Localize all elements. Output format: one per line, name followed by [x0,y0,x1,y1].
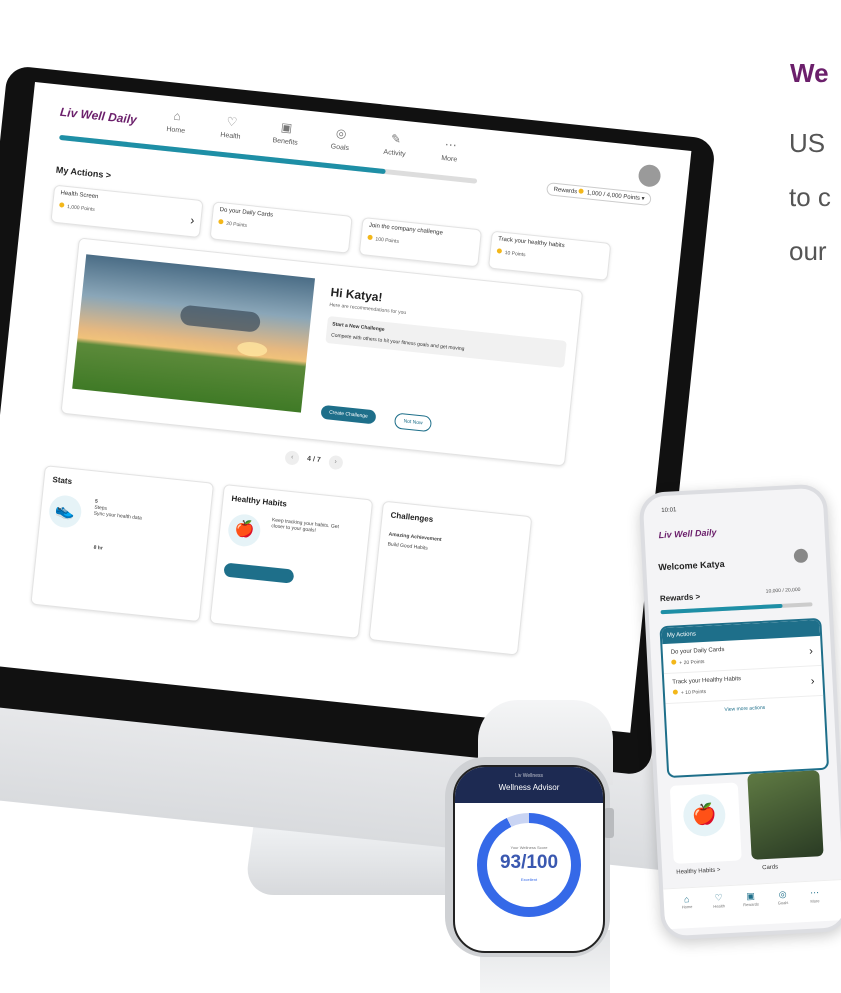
tab-goals[interactable]: ◎ Goals [767,888,798,906]
tile-label-cards: Cards [762,864,779,872]
create-challenge-button[interactable]: Create Challenge [320,404,377,425]
my-actions-title[interactable]: My Actions > [55,165,111,181]
challenges-card[interactable]: Challenges Amazing Achievement Build Goo… [368,500,533,656]
hero-card: Hi Katya! Here are recommendations for y… [60,237,584,467]
action-card[interactable]: Track your healthy habits 10 Points [488,230,612,281]
score-status: Excellent [520,877,538,882]
action-card[interactable]: Join the company challenge 100 Points [358,216,483,268]
watch-screen: Liv Wellness Wellness Advisor Your Welln… [453,765,605,953]
stats-card[interactable]: Stats 👟 5 Steps Sync your health data 8 … [30,465,215,623]
nav-more[interactable]: ⋯ More [424,135,476,165]
tab-rewards[interactable]: ▣ Rewards [735,890,766,908]
tab-more[interactable]: ⋯ More [799,887,830,905]
nav-benefits[interactable]: ▣ Benefits [260,118,312,148]
carousel-pager: ‹ 4 / 7 › [276,449,351,471]
hero-text: Hi Katya! Here are recommendations for y… [325,285,570,368]
phone-time: 10:01 [661,507,677,515]
phone-logo: Liv Well Daily [658,527,717,541]
watch-title: Wellness Advisor [498,783,560,792]
more-icon: ⋯ [444,137,458,153]
phone-device: 10:01 Liv Well Daily Welcome Katya Rewar… [638,483,841,941]
wellness-score: 93/100 [499,852,559,873]
goal-icon: ◎ [335,125,348,141]
gift-icon: ▣ [280,119,293,136]
score-label: Your Wellness Score [510,845,548,850]
coin-icon [672,689,678,695]
heart-icon: ♡ [714,892,723,903]
app-logo[interactable]: Liv Well Daily [59,105,137,127]
phone-actions-card: My Actions Do your Daily Cards + 20 Point… [659,617,830,779]
phone-points: 10,000 / 20,000 [765,586,801,595]
home-icon: ⌂ [172,108,182,124]
watch-crown[interactable] [604,808,614,838]
heart-icon: ♡ [225,114,238,130]
activity-icon: ✎ [390,131,402,147]
coin-icon [59,202,65,208]
coin-icon [367,234,373,241]
next-icon[interactable]: › [327,454,344,471]
phone-rewards-link[interactable]: Rewards > [660,592,701,603]
cards-tile-photo[interactable] [747,770,824,860]
ring-inner: Your Wellness Score 93/100 Excellent [487,823,571,907]
nav-home[interactable]: ⌂ Home [150,106,202,136]
tab-home[interactable]: ⌂ Home [671,893,702,910]
coin-icon [578,188,585,194]
side-heading: We [790,58,829,88]
sun-shape [236,340,268,358]
challenges-title: Challenges [390,510,434,524]
action-card[interactable]: Health Screen 1,000 Points › [50,184,204,239]
chevron-right-icon: › [189,213,196,228]
phone-tab-bar: ⌂ Home ♡ Health ▣ Rewards ◎ Goals ⋯ More [663,879,841,930]
monitor-screen: Liv Well Daily ⌂ Home ♡ Health ▣ Benefits ◎… [0,82,692,733]
tile-label-habits: Healthy Habits > [676,867,721,876]
side-text-line-1: US [789,128,826,158]
coin-icon [671,659,677,665]
nav-activity[interactable]: ✎ Activity [369,129,421,159]
chevron-right-icon: › [808,645,814,658]
nav-health[interactable]: ♡ Health [205,112,257,142]
chevron-right-icon: › [810,675,815,688]
action-card[interactable]: Do your Daily Cards 20 Points [209,201,353,254]
coin-icon [496,248,503,254]
not-now-button[interactable]: Not Now [393,412,433,433]
habits-title: Healthy Habits [231,493,288,509]
nav-goals[interactable]: ◎ Goals [315,124,367,154]
coin-icon [218,218,224,225]
watch-app-name: Liv Wellness [515,773,543,779]
avatar[interactable] [637,163,662,188]
phone-avatar[interactable] [793,548,809,564]
cloud-shape [179,304,262,333]
side-text-line-3: our [789,236,827,266]
habits-button[interactable] [223,562,295,584]
tab-health[interactable]: ♡ Health [703,892,734,910]
phone-progress-bar [660,602,813,615]
phone-welcome: Welcome Katya [658,558,725,573]
side-text-line-2: to c [789,182,831,212]
gift-icon: ▣ [746,890,756,902]
goal-icon: ◎ [778,889,787,900]
watch-header: Liv Wellness Wellness Advisor [455,767,603,803]
rewards-dropdown[interactable]: Rewards 1,000 / 4,000 Points ▾ [545,182,653,207]
sneaker-icon: 👟 [47,493,83,530]
prev-icon[interactable]: ‹ [284,450,300,466]
apple-icon: 🍎 [226,512,262,548]
more-icon: ⋯ [809,887,820,898]
healthy-habits-card[interactable]: Healthy Habits 🍎 Keep tracking your habi… [209,483,374,639]
phone-progress-fill [660,603,783,615]
landscape-image [72,254,316,413]
wellness-score-ring: Your Wellness Score 93/100 Excellent [477,813,581,917]
